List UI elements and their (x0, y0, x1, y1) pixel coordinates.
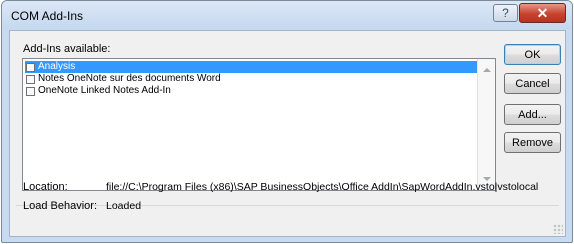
ok-button-label: OK (524, 48, 541, 61)
load-behavior-label: Load Behavior: (23, 200, 97, 212)
add-button-label: Add... (518, 108, 547, 121)
location-value: file://C:\Program Files (x86)\SAP Busine… (106, 181, 539, 193)
addin-item-onenote-notes[interactable]: Notes OneNote sur des documents Word (25, 73, 477, 85)
ok-button[interactable]: OK (504, 44, 561, 65)
addins-listbox[interactable]: Analysis Notes OneNote sur des documents… (22, 58, 496, 191)
com-addins-dialog: COM Add-Ins ? ✕ Add-Ins available: Analy… (1, 0, 573, 243)
addin-checkbox[interactable] (26, 62, 35, 72)
addin-checkbox[interactable] (26, 86, 35, 96)
close-button[interactable]: ✕ (519, 3, 566, 23)
addin-checkbox[interactable] (26, 74, 35, 84)
addin-item-label: Analysis (38, 61, 76, 72)
title-bar[interactable]: COM Add-Ins ? ✕ (2, 1, 572, 29)
dialog-body: Add-Ins available: Analysis Notes OneNot… (9, 30, 566, 237)
dialog-title: COM Add-Ins (11, 9, 84, 23)
remove-button[interactable]: Remove (504, 132, 561, 153)
help-button[interactable]: ? (493, 4, 518, 22)
vertical-scrollbar[interactable] (477, 59, 495, 190)
scroll-up-arrow-icon[interactable] (483, 68, 491, 72)
add-button[interactable]: Add... (504, 104, 561, 125)
addin-item-label: OneNote Linked Notes Add-In (38, 85, 171, 96)
close-icon: ✕ (536, 4, 549, 21)
remove-button-label: Remove (512, 136, 553, 149)
help-icon: ? (502, 6, 509, 20)
addins-available-label: Add-Ins available: (23, 43, 111, 55)
load-behavior-value: Loaded (106, 200, 142, 212)
cancel-button[interactable]: Cancel (504, 73, 561, 94)
addin-item-analysis[interactable]: Analysis (25, 61, 477, 73)
addin-item-label: Notes OneNote sur des documents Word (38, 73, 221, 84)
cancel-button-label: Cancel (515, 77, 550, 90)
separator (16, 205, 559, 206)
addin-item-onenote-linked[interactable]: OneNote Linked Notes Add-In (25, 85, 477, 97)
resize-grip-icon[interactable] (553, 224, 563, 234)
location-label: Location: (23, 181, 68, 193)
